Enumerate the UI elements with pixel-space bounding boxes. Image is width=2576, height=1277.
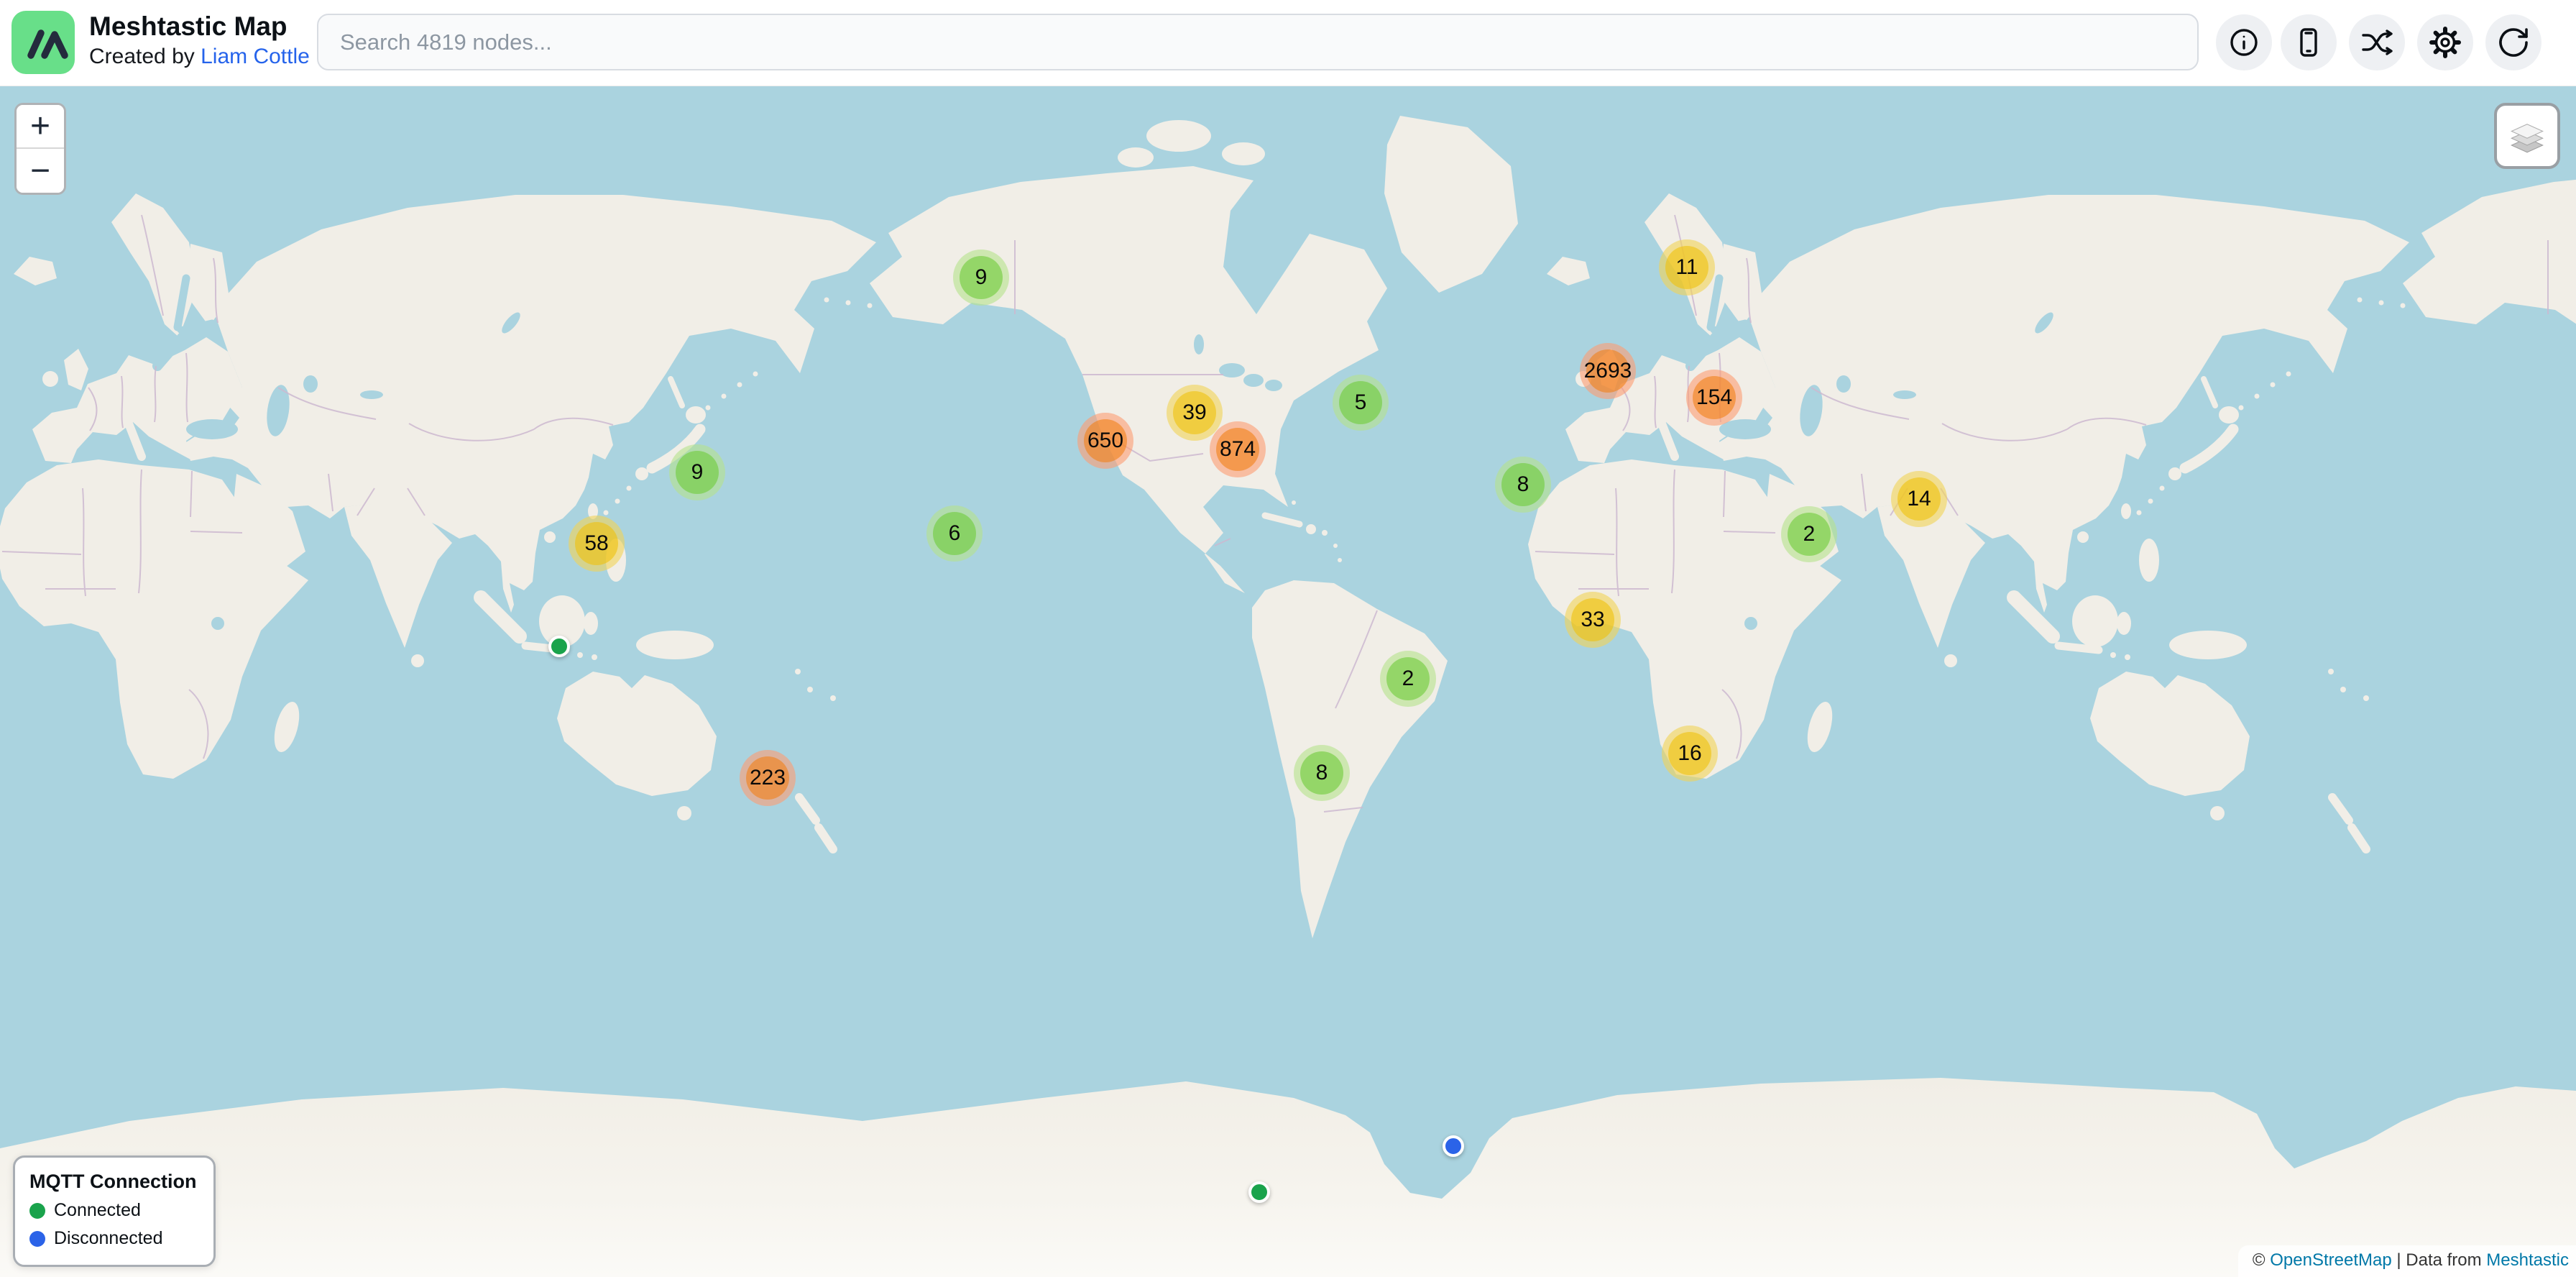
cluster-count: 8 — [1501, 463, 1545, 506]
cluster-count: 223 — [746, 756, 789, 800]
header: Meshtastic Map Created by Liam Cottle — [0, 0, 2576, 86]
layers-icon — [2508, 117, 2546, 155]
cluster-marker[interactable]: 2 — [1781, 506, 1837, 562]
refresh-button[interactable] — [2485, 14, 2542, 70]
cluster-marker[interactable]: 16 — [1662, 726, 1718, 782]
cluster-marker[interactable]: 5 — [1333, 375, 1389, 431]
cluster-marker[interactable]: 8 — [1294, 745, 1350, 801]
cluster-count: 650 — [1084, 419, 1127, 462]
cluster-marker[interactable]: 650 — [1077, 413, 1133, 469]
connected-dot-icon — [29, 1203, 45, 1219]
osm-link[interactable]: OpenStreetMap — [2270, 1250, 2391, 1270]
cluster-count: 874 — [1216, 428, 1259, 471]
cluster-count: 2693 — [1586, 349, 1629, 393]
cluster-count: 33 — [1571, 598, 1614, 641]
cluster-count: 2 — [1788, 513, 1831, 556]
legend-label: Disconnected — [54, 1228, 162, 1249]
search-input[interactable] — [317, 14, 2199, 70]
author-link[interactable]: Liam Cottle — [201, 45, 310, 68]
page-title: Meshtastic Map — [89, 10, 310, 43]
cluster-marker[interactable]: 6 — [926, 505, 983, 562]
cluster-marker[interactable]: 2 — [1380, 651, 1436, 707]
meshtastic-link[interactable]: Meshtastic — [2486, 1250, 2569, 1270]
byline: Created by Liam Cottle — [89, 45, 310, 69]
copyright: © — [2253, 1250, 2270, 1270]
gear-icon — [2429, 26, 2462, 59]
cluster-count: 6 — [933, 512, 976, 555]
cluster-count: 9 — [960, 256, 1003, 299]
cluster-marker[interactable]: 9 — [669, 444, 725, 500]
cluster-count: 9 — [676, 451, 719, 494]
map-attribution: © OpenStreetMap | Data from Meshtastic — [2238, 1245, 2576, 1277]
node-marker[interactable] — [1248, 1181, 1270, 1203]
cluster-marker[interactable]: 33 — [1565, 592, 1621, 648]
world-map[interactable]: + − MQTT Connection Connected Disconnect… — [0, 86, 2576, 1277]
cluster-marker[interactable]: 14 — [1891, 471, 1947, 527]
cluster-marker[interactable]: 874 — [1210, 421, 1266, 477]
info-button[interactable] — [2216, 14, 2272, 70]
info-icon — [2227, 26, 2260, 59]
cluster-marker[interactable]: 2693 — [1580, 343, 1636, 399]
byline-prefix: Created by — [89, 45, 201, 68]
zoom-in-button[interactable]: + — [17, 105, 64, 149]
refresh-icon — [2497, 26, 2530, 59]
cluster-count: 14 — [1898, 477, 1941, 521]
cluster-count: 2 — [1386, 657, 1430, 700]
cluster-marker[interactable]: 8 — [1495, 457, 1551, 513]
shuffle-button[interactable] — [2349, 14, 2405, 70]
device-button[interactable] — [2281, 14, 2337, 70]
cluster-count: 39 — [1173, 391, 1216, 434]
cluster-marker[interactable]: 58 — [569, 516, 625, 572]
cluster-count: 16 — [1668, 732, 1711, 775]
node-marker[interactable] — [548, 636, 570, 657]
cluster-marker[interactable]: 223 — [740, 750, 796, 806]
cluster-count: 11 — [1665, 246, 1708, 289]
cluster-marker[interactable]: 154 — [1686, 370, 1742, 426]
map-tiles — [0, 86, 2576, 1277]
legend-item-connected: Connected — [29, 1200, 196, 1221]
cluster-marker[interactable]: 9 — [953, 250, 1009, 306]
cluster-count: 8 — [1300, 751, 1343, 795]
cluster-marker[interactable]: 11 — [1659, 239, 1715, 296]
node-marker[interactable] — [1443, 1135, 1464, 1157]
legend-item-disconnected: Disconnected — [29, 1228, 196, 1249]
title-block: Meshtastic Map Created by Liam Cottle — [89, 10, 310, 69]
zoom-control: + − — [14, 103, 66, 195]
shuffle-icon — [2360, 26, 2393, 59]
cluster-count: 5 — [1339, 381, 1382, 424]
settings-button[interactable] — [2417, 14, 2473, 70]
smartphone-icon — [2292, 26, 2325, 59]
meshtastic-logo-icon — [12, 11, 75, 74]
cluster-count: 58 — [575, 522, 618, 565]
mqtt-legend: MQTT Connection Connected Disconnected — [13, 1155, 216, 1267]
legend-label: Connected — [54, 1200, 141, 1221]
attribution-separator: | Data from — [2392, 1250, 2487, 1270]
layers-control-button[interactable] — [2494, 103, 2560, 169]
legend-title: MQTT Connection — [29, 1171, 196, 1193]
disconnected-dot-icon — [29, 1231, 45, 1247]
cluster-count: 154 — [1693, 376, 1736, 419]
zoom-out-button[interactable]: − — [17, 149, 64, 193]
